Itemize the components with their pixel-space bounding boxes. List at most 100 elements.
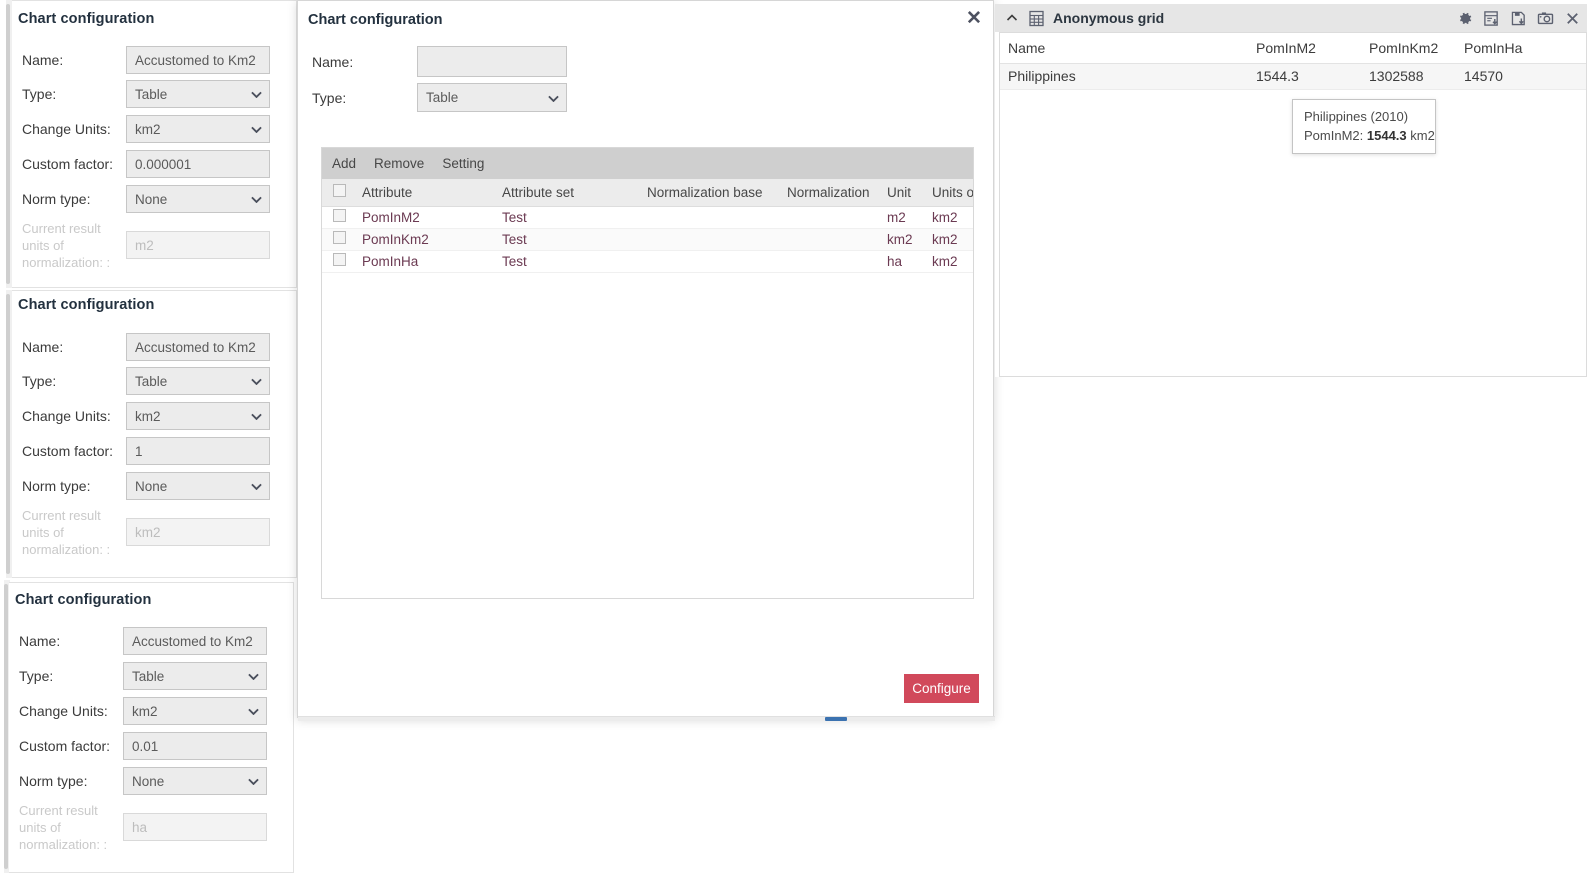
field-row-change-units: Change Units: km2: [22, 115, 270, 143]
attributes-grid-toolbar: Add Remove Setting: [322, 148, 973, 179]
field-row-norm-type: Norm type: None: [22, 472, 270, 500]
column-header-attribute[interactable]: Attribute: [356, 179, 496, 207]
cell-attribute: PomInKm2: [356, 228, 496, 251]
field-row-change-units: Change Units: km2: [19, 697, 267, 725]
row-checkbox[interactable]: [332, 209, 346, 222]
current-units-input: ha: [123, 813, 267, 841]
close-icon[interactable]: ✕: [963, 7, 985, 29]
field-row-custom-factor: Custom factor: 0.01: [19, 732, 267, 760]
type-label: Type:: [19, 668, 54, 684]
close-icon[interactable]: [1564, 10, 1581, 27]
chevron-down-icon: [251, 196, 262, 204]
anonymous-grid-table: Name PomInM2 PomInKm2 PomInHa Philippine…: [1000, 33, 1586, 90]
table-header-row: Attribute Attribute set Normalization ba…: [322, 179, 973, 207]
grid-column-pominm2[interactable]: PomInM2: [1248, 33, 1361, 64]
remove-button[interactable]: Remove: [374, 156, 424, 171]
change-units-select[interactable]: km2: [126, 402, 270, 430]
select-all-checkbox[interactable]: [332, 184, 346, 198]
add-button[interactable]: Add: [332, 156, 356, 171]
modal-bottom-rail: [298, 716, 995, 721]
custom-factor-label: Custom factor:: [19, 738, 111, 754]
gear-icon[interactable]: [1456, 10, 1473, 27]
configure-button[interactable]: Configure: [904, 674, 979, 703]
name-input[interactable]: Accustomed to Km2: [126, 46, 270, 74]
modal-field-row-type: Type: Table: [312, 83, 567, 112]
norm-type-value: None: [135, 478, 168, 494]
value-tooltip: Philippines (2010) PomInM2: 1544.3 km2: [1292, 99, 1436, 154]
name-input[interactable]: Accustomed to Km2: [123, 627, 267, 655]
row-checkbox[interactable]: [332, 231, 346, 244]
column-header-units-of[interactable]: Units o: [926, 179, 973, 207]
camera-icon[interactable]: [1537, 10, 1554, 27]
grid-column-pominkm2[interactable]: PomInKm2: [1361, 33, 1456, 64]
modal-type-select[interactable]: Table: [417, 83, 567, 112]
type-select-value: Table: [135, 86, 168, 102]
column-header-normalization-base[interactable]: Normalization base: [641, 179, 781, 207]
grid-cell-pominkm2: 1302588: [1361, 63, 1456, 90]
panel-scroll-thumb-3[interactable]: [4, 584, 8, 869]
collapse-caret-icon[interactable]: [1005, 11, 1019, 25]
grid-row[interactable]: Philippines 1544.3 1302588 14570: [1000, 63, 1586, 90]
field-row-type: Type: Table: [22, 367, 270, 395]
cell-attribute: PomInHa: [356, 250, 496, 273]
grid-column-pominha[interactable]: PomInHa: [1456, 33, 1586, 64]
grid-icon: [1028, 10, 1045, 27]
table-row[interactable]: PomInKm2 Test km2 km2: [322, 228, 973, 251]
column-header-unit[interactable]: Unit: [881, 179, 926, 207]
setting-button[interactable]: Setting: [442, 156, 484, 171]
row-checkbox-cell: [322, 250, 356, 273]
panel-title: Chart configuration: [18, 11, 155, 27]
norm-type-select[interactable]: None: [126, 472, 270, 500]
grid-cell-pominha: 14570: [1456, 63, 1586, 90]
export-report-icon[interactable]: [1483, 10, 1500, 27]
custom-factor-input[interactable]: 1: [126, 437, 270, 465]
type-select-value: Table: [132, 668, 165, 684]
field-row-type: Type: Table: [22, 80, 270, 108]
column-header-normalization[interactable]: Normalization: [781, 179, 881, 207]
table-row[interactable]: PomInM2 Test m2 km2: [322, 206, 973, 229]
type-label: Type:: [22, 86, 57, 102]
cell-normalization: [781, 206, 881, 229]
panel-scroll-thumb-1[interactable]: [6, 4, 10, 284]
modal-resize-handle[interactable]: [825, 717, 847, 721]
grid-column-name[interactable]: Name: [1000, 33, 1248, 64]
tooltip-line-1: Philippines (2010): [1304, 109, 1409, 124]
change-units-select[interactable]: km2: [126, 115, 270, 143]
norm-type-select[interactable]: None: [126, 185, 270, 213]
norm-type-value: None: [132, 773, 165, 789]
panel-scroll-thumb-2[interactable]: [6, 294, 10, 574]
type-select[interactable]: Table: [126, 80, 270, 108]
table-row[interactable]: PomInHa Test ha km2: [322, 250, 973, 273]
field-row-name: Name: Accustomed to Km2: [22, 333, 270, 361]
cell-units-of: km2: [926, 206, 973, 229]
anonymous-grid-header: Anonymous grid: [995, 4, 1587, 32]
grid-header-row: Name PomInM2 PomInKm2 PomInHa: [1000, 33, 1586, 64]
name-input[interactable]: Accustomed to Km2: [126, 333, 270, 361]
cell-normalization: [781, 250, 881, 273]
custom-factor-input[interactable]: 0.000001: [126, 150, 270, 178]
change-units-value: km2: [132, 703, 158, 719]
field-row-name: Name: Accustomed to Km2: [19, 627, 267, 655]
tooltip-line-2: PomInM2: 1544.3 km2: [1304, 126, 1435, 145]
cell-units-of: km2: [926, 250, 973, 273]
row-checkbox[interactable]: [332, 253, 346, 266]
norm-type-label: Norm type:: [22, 478, 91, 494]
modal-name-input[interactable]: [417, 46, 567, 77]
custom-factor-input[interactable]: 0.01: [123, 732, 267, 760]
field-row-current-units: Current result units of normalization: :…: [22, 220, 270, 271]
cell-units-of: km2: [926, 228, 973, 251]
row-checkbox-cell: [322, 206, 356, 229]
type-select[interactable]: Table: [126, 367, 270, 395]
type-select[interactable]: Table: [123, 662, 267, 690]
current-units-input: m2: [126, 231, 270, 259]
field-row-current-units: Current result units of normalization: :…: [19, 802, 267, 853]
save-icon[interactable]: [1510, 10, 1527, 27]
field-row-norm-type: Norm type: None: [22, 185, 270, 213]
panel-title: Chart configuration: [15, 592, 152, 608]
field-row-norm-type: Norm type: None: [19, 767, 267, 795]
type-label: Type:: [22, 373, 57, 389]
column-header-attribute-set[interactable]: Attribute set: [496, 179, 641, 207]
norm-type-select[interactable]: None: [123, 767, 267, 795]
change-units-label: Change Units:: [19, 703, 108, 719]
change-units-select[interactable]: km2: [123, 697, 267, 725]
